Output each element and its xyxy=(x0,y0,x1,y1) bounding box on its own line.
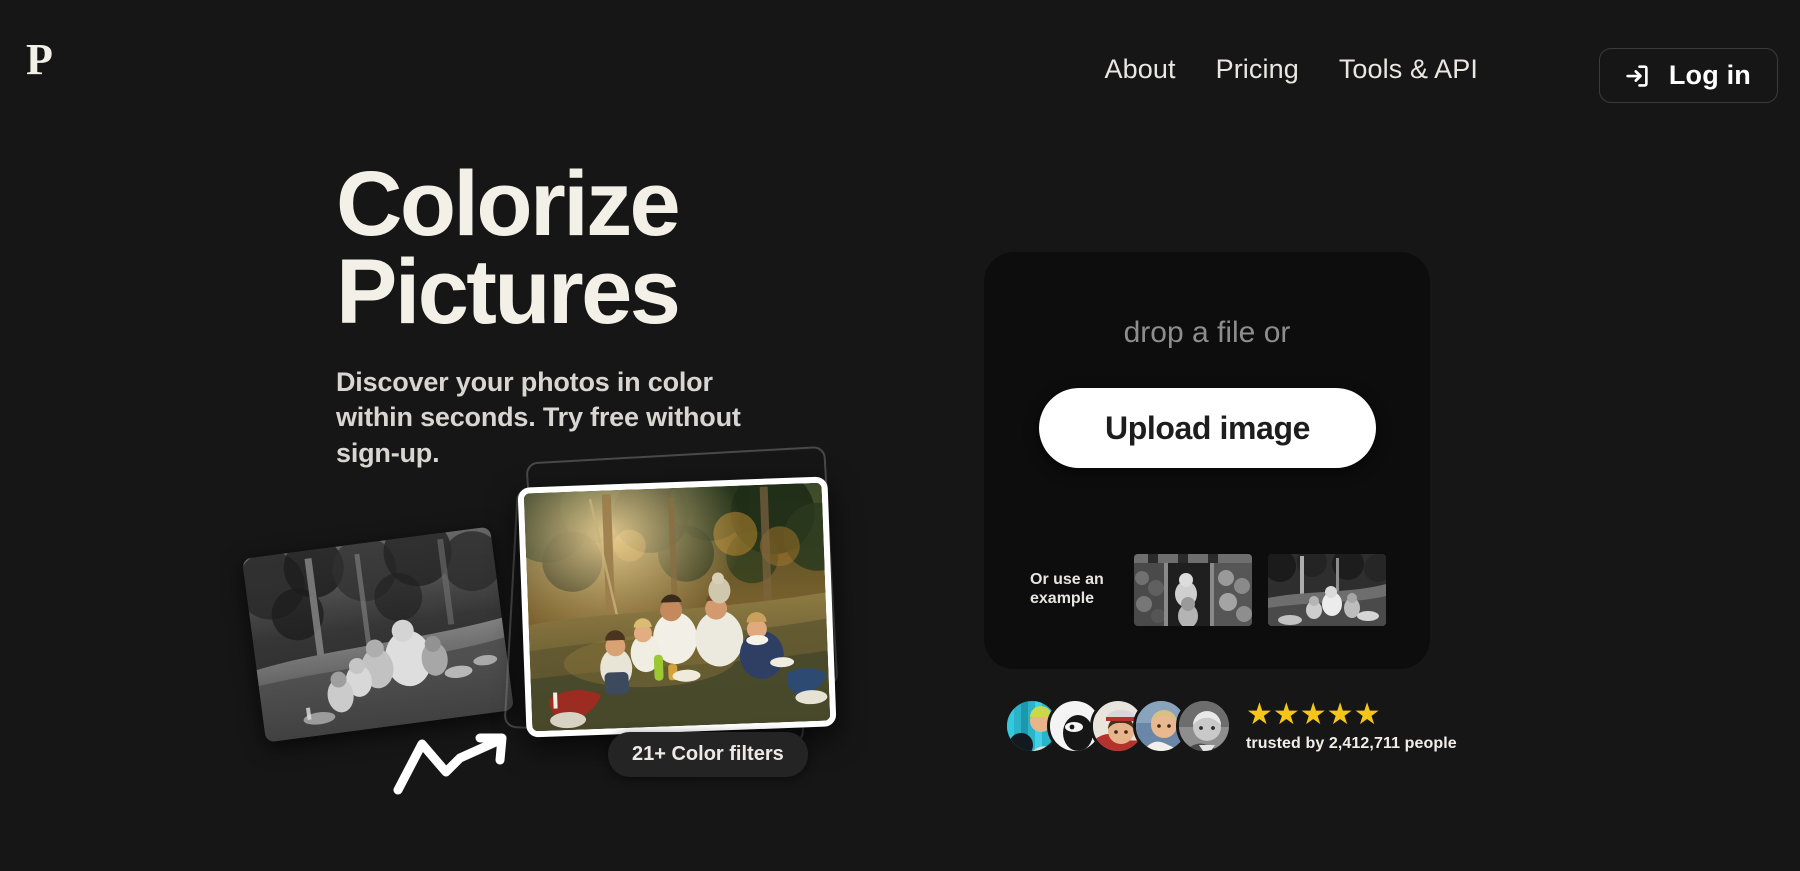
before-photo-bw xyxy=(241,526,515,743)
example-images-row: Or use an example xyxy=(1030,554,1386,626)
login-arrow-icon xyxy=(1622,61,1652,91)
after-photo-colorized xyxy=(517,476,837,738)
after-photo-stack xyxy=(503,445,839,745)
upload-dropzone-card[interactable]: drop a file or Upload image Or use an ex… xyxy=(984,252,1430,669)
main-navigation: About Pricing Tools & API xyxy=(1105,54,1478,85)
nav-link-about[interactable]: About xyxy=(1105,54,1176,85)
rating-block: ★★★★★ trusted by 2,412,711 people xyxy=(1246,700,1457,753)
site-header: P About Pricing Tools & API Log in xyxy=(0,0,1800,140)
avatar-group xyxy=(1004,698,1232,754)
page-title: Colorize Pictures xyxy=(336,158,856,338)
upload-image-button-label: Upload image xyxy=(1104,409,1310,446)
upload-image-button[interactable]: Upload image xyxy=(1039,388,1376,468)
hero-title-line-1: Colorize xyxy=(336,153,681,255)
curved-arrow-icon xyxy=(388,728,518,798)
color-filters-badge: 21+ Color filters xyxy=(608,732,808,777)
drop-file-text: drop a file or xyxy=(1123,316,1291,349)
login-button[interactable]: Log in xyxy=(1598,48,1778,103)
example-thumbnail-1[interactable] xyxy=(1134,554,1252,626)
nav-link-tools-api[interactable]: Tools & API xyxy=(1339,54,1478,85)
login-button-label: Log in xyxy=(1668,60,1751,90)
star-rating-icons: ★★★★★ xyxy=(1246,698,1381,731)
nav-link-pricing[interactable]: Pricing xyxy=(1216,54,1299,85)
hero-title-line-2: Pictures xyxy=(336,241,681,344)
social-proof: ★★★★★ trusted by 2,412,711 people xyxy=(1004,698,1457,754)
example-images-label: Or use an example xyxy=(1030,571,1104,607)
trusted-by-text: trusted by 2,412,711 people xyxy=(1246,735,1457,752)
brand-logo[interactable]: P xyxy=(26,38,53,82)
hero-section: Colorize Pictures Discover your photos i… xyxy=(336,158,856,472)
example-thumbnail-2[interactable] xyxy=(1268,554,1386,626)
avatar xyxy=(1176,698,1232,754)
before-after-photos: 21+ Color filters xyxy=(240,445,880,795)
